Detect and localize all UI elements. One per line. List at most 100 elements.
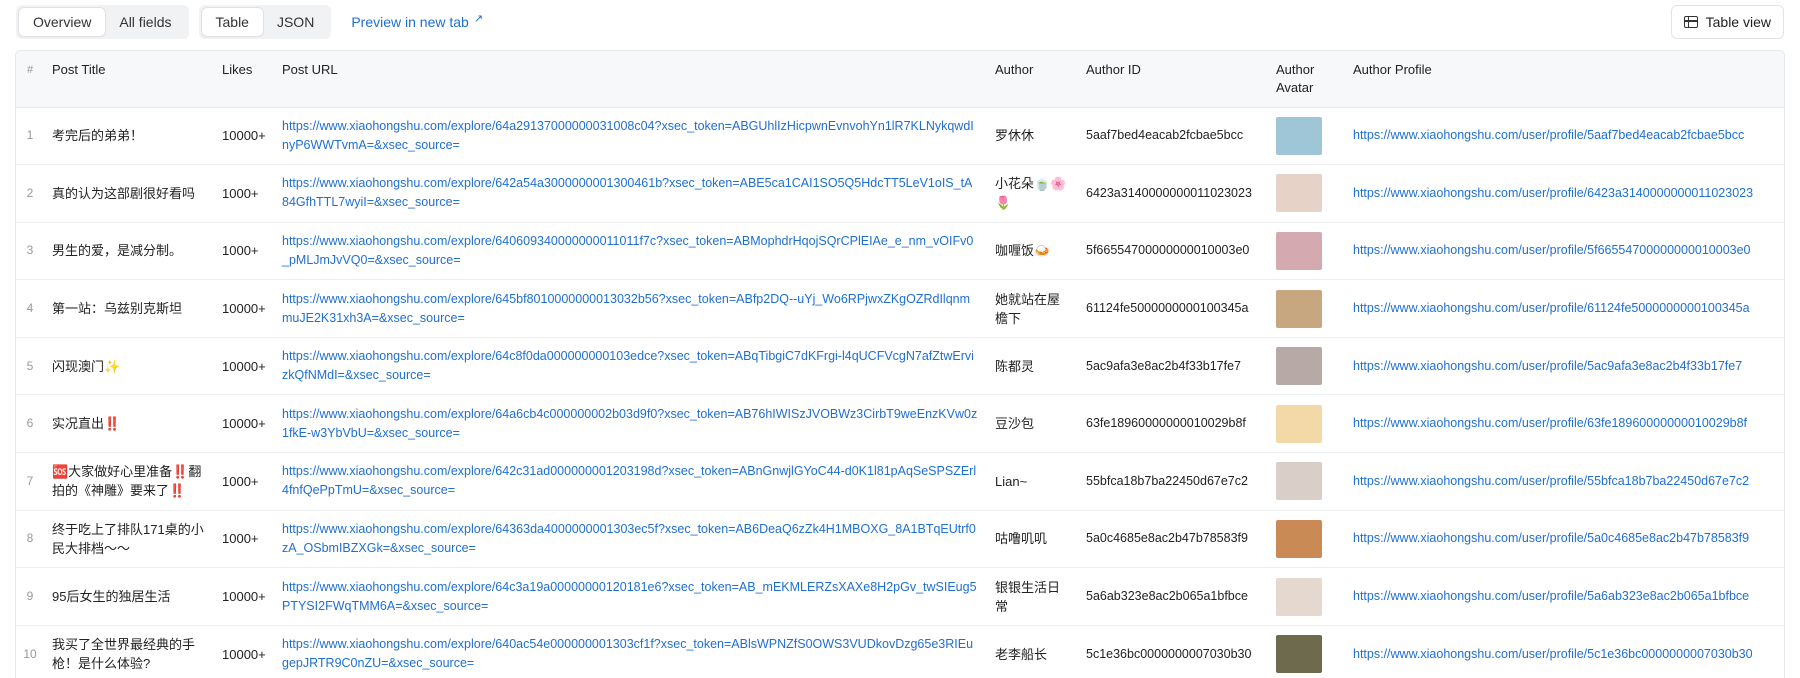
table-icon (1683, 16, 1698, 28)
tab-overview[interactable]: Overview (19, 8, 106, 36)
author-cell: 老李船长 (995, 646, 1048, 662)
author-avatar-cell (1268, 280, 1345, 338)
post-url-link[interactable]: https://www.xiaohongshu.com/explore/640a… (274, 625, 987, 678)
post-title-cell: 男生的爱，是减分制。 (52, 243, 183, 259)
author-id-cell: 6423a3140000000011023023 (1086, 185, 1252, 200)
table-row[interactable]: 8 终于吃上了排队171桌的小民大排档～～ 1000+ https://www.xia… (16, 510, 1784, 568)
table-view-label: Table view (1705, 14, 1771, 30)
author-avatar-cell (1268, 337, 1345, 395)
table-row[interactable]: 7 🆘大家做好心里准备‼️翻拍的《神雕》要来了‼️ 1000+ https://www… (16, 453, 1784, 511)
table-row[interactable]: 2 真的认为这部剧很好看吗 1000+ https://www.xiaohongshu… (16, 165, 1784, 223)
author-profile-link[interactable]: https://www.xiaohongshu.com/user/profile… (1345, 222, 1784, 280)
row-index: 10 (23, 646, 37, 661)
row-index: 2 (26, 185, 34, 200)
post-url-link[interactable]: https://www.xiaohongshu.com/explore/64a6… (274, 395, 987, 453)
row-index: 3 (26, 243, 34, 258)
author-cell: 咖喱饭🍛 (995, 243, 1051, 259)
author-profile-link[interactable]: https://www.xiaohongshu.com/user/profile… (1345, 568, 1784, 626)
table-row[interactable]: 1 考完后的弟弟！ 10000+ https://www.xiaohongshu.co… (16, 107, 1784, 165)
avatar[interactable] (1276, 635, 1322, 674)
likes-cell: 10000+ (222, 589, 266, 605)
tab-json[interactable]: JSON (263, 8, 328, 36)
table-row[interactable]: 4 第一站：乌兹别克斯坦 10000+ https://www.xiaohongshu… (16, 280, 1784, 338)
post-title-cell: 真的认为这部剧很好看吗 (52, 185, 196, 201)
author-avatar-cell (1268, 222, 1345, 280)
likes-cell: 10000+ (222, 358, 266, 374)
post-url-link[interactable]: https://www.xiaohongshu.com/explore/64c3… (274, 568, 987, 626)
avatar[interactable] (1276, 174, 1322, 213)
column-header-post-url[interactable]: Post URL (274, 51, 987, 108)
author-profile-link[interactable]: https://www.xiaohongshu.com/user/profile… (1345, 395, 1784, 453)
column-header-author-id[interactable]: Author ID (1078, 51, 1268, 108)
author-cell: 罗休休 (995, 128, 1035, 144)
likes-cell: 10000+ (222, 301, 266, 317)
author-avatar-cell (1268, 107, 1345, 165)
column-header-likes[interactable]: Likes (214, 51, 274, 108)
likes-cell: 10000+ (222, 646, 266, 662)
author-profile-link[interactable]: https://www.xiaohongshu.com/user/profile… (1345, 107, 1784, 165)
table-row[interactable]: 5 闪现澳门✨ 10000+ https://www.xiaohongshu.com/… (16, 337, 1784, 395)
post-url-link[interactable]: https://www.xiaohongshu.com/explore/645b… (274, 280, 987, 338)
avatar[interactable] (1276, 462, 1322, 501)
likes-cell: 1000+ (222, 243, 259, 259)
preview-in-new-tab-link[interactable]: Preview in new tab ↗ (351, 13, 483, 31)
avatar[interactable] (1276, 116, 1322, 155)
row-index: 6 (26, 416, 34, 431)
table-header-row: # Post Title Likes Post URL Author Autho… (16, 51, 1784, 108)
column-header-author[interactable]: Author (987, 51, 1078, 108)
table-row[interactable]: 6 实况直出‼️ 10000+ https://www.xiaohongshu.com… (16, 395, 1784, 453)
author-avatar-cell (1268, 510, 1345, 568)
author-avatar-cell (1268, 453, 1345, 511)
post-url-link[interactable]: https://www.xiaohongshu.com/explore/64c8… (274, 337, 987, 395)
author-id-cell: 5a6ab323e8ac2b065a1bfbce (1086, 589, 1248, 604)
view-tabs: Overview All fields (16, 5, 189, 39)
row-index: 5 (26, 358, 34, 373)
author-avatar-cell (1268, 395, 1345, 453)
author-id-cell: 5a0c4685e8ac2b47b78583f9 (1086, 531, 1248, 546)
row-index: 7 (26, 473, 34, 488)
post-url-link[interactable]: https://www.xiaohongshu.com/explore/6436… (274, 510, 987, 568)
avatar[interactable] (1276, 289, 1322, 328)
author-avatar-cell (1268, 165, 1345, 223)
post-url-link[interactable]: https://www.xiaohongshu.com/explore/642c… (274, 453, 987, 511)
avatar[interactable] (1276, 519, 1322, 558)
likes-cell: 1000+ (222, 473, 259, 489)
author-profile-link[interactable]: https://www.xiaohongshu.com/user/profile… (1345, 337, 1784, 395)
column-header-author-profile[interactable]: Author Profile (1345, 51, 1784, 108)
table-row[interactable]: 3 男生的爱，是减分制。 1000+ https://www.xiaohongshu.… (16, 222, 1784, 280)
tab-table[interactable]: Table (201, 8, 263, 36)
author-cell: 豆沙包 (995, 416, 1035, 432)
tab-all-fields[interactable]: All fields (105, 8, 185, 36)
author-id-cell: 63fe18960000000010029b8f (1086, 416, 1246, 431)
column-header-author-avatar[interactable]: Author Avatar (1268, 51, 1345, 108)
row-index: 4 (26, 301, 34, 316)
format-tabs: Table JSON (198, 5, 332, 39)
post-title-cell: 考完后的弟弟！ (52, 128, 144, 144)
author-profile-link[interactable]: https://www.xiaohongshu.com/user/profile… (1345, 625, 1784, 678)
author-cell: 咕噜叽叽 (995, 531, 1048, 547)
avatar[interactable] (1276, 231, 1322, 270)
post-title-cell: 🆘大家做好心里准备‼️翻拍的《神雕》要来了‼️ (52, 464, 202, 499)
row-index: 9 (26, 589, 34, 604)
table-row[interactable]: 10 我买了全世界最经典的手枪！是什么体验? 10000+ https://www.x… (16, 625, 1784, 678)
author-cell: 小花朵🍵🌸🌷 (995, 176, 1067, 211)
avatar[interactable] (1276, 347, 1322, 386)
post-url-link[interactable]: https://www.xiaohongshu.com/explore/64a2… (274, 107, 987, 165)
table-row[interactable]: 9 95后女生的独居生活 10000+ https://www.xiaohongshu… (16, 568, 1784, 626)
author-cell: 陈都灵 (995, 358, 1035, 374)
author-profile-link[interactable]: https://www.xiaohongshu.com/user/profile… (1345, 280, 1784, 338)
column-header-post-title[interactable]: Post Title (44, 51, 214, 108)
table-view-button[interactable]: Table view (1670, 5, 1784, 39)
results-table: # Post Title Likes Post URL Author Autho… (15, 50, 1785, 678)
author-cell: Lian~ (995, 473, 1028, 489)
post-title-cell: 我买了全世界最经典的手枪！是什么体验? (52, 637, 196, 672)
post-title-cell: 实况直出‼️ (52, 416, 121, 432)
post-url-link[interactable]: https://www.xiaohongshu.com/explore/642a… (274, 165, 987, 223)
author-profile-link[interactable]: https://www.xiaohongshu.com/user/profile… (1345, 453, 1784, 511)
author-profile-link[interactable]: https://www.xiaohongshu.com/user/profile… (1345, 510, 1784, 568)
avatar[interactable] (1276, 577, 1322, 616)
post-url-link[interactable]: https://www.xiaohongshu.com/explore/6406… (274, 222, 987, 280)
author-profile-link[interactable]: https://www.xiaohongshu.com/user/profile… (1345, 165, 1784, 223)
column-header-index[interactable]: # (16, 51, 44, 108)
avatar[interactable] (1276, 404, 1322, 443)
